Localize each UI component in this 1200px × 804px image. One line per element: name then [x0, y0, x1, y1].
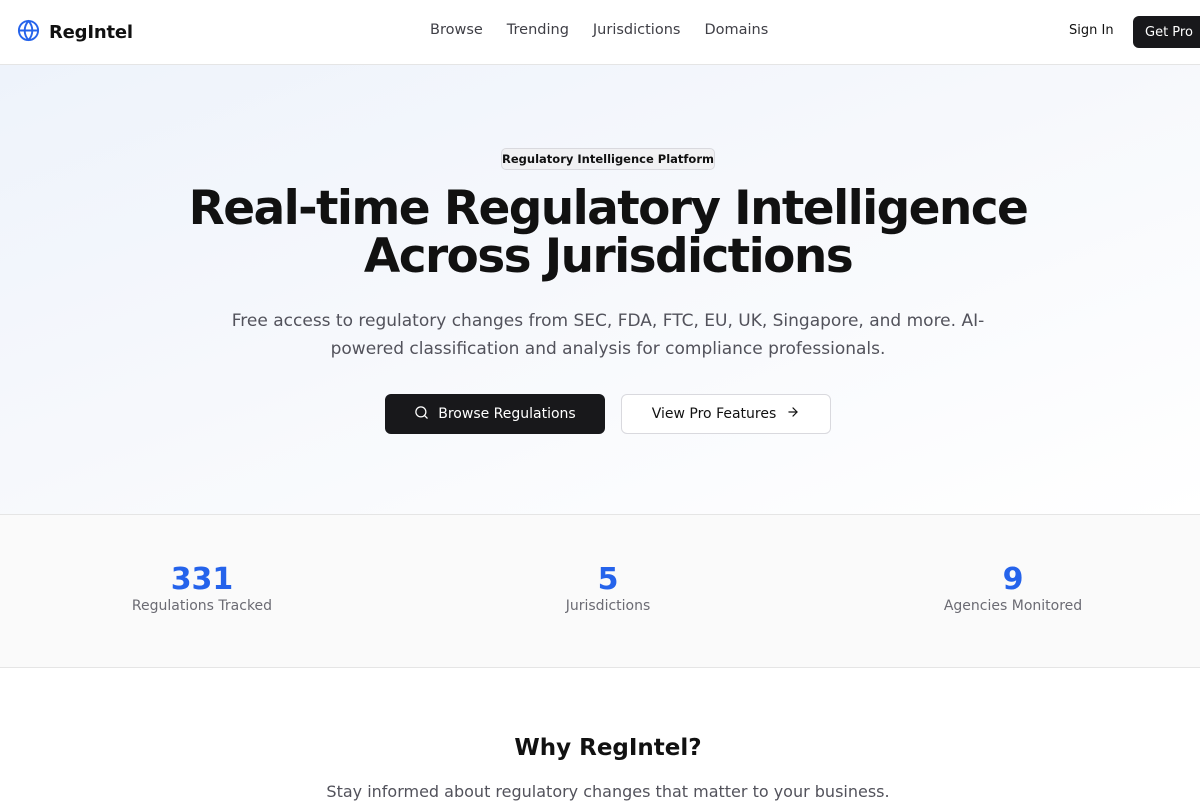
brand-logo-link[interactable]: RegIntel: [17, 19, 133, 46]
nav-link-jurisdictions[interactable]: Jurisdictions: [593, 22, 681, 38]
get-pro-button[interactable]: Get Pro: [1133, 16, 1200, 48]
stat-label: Agencies Monitored: [943, 598, 1083, 614]
brand-name: RegIntel: [49, 21, 133, 43]
main-nav: Browse Trending Jurisdictions Domains: [430, 22, 768, 38]
nav-link-browse[interactable]: Browse: [430, 22, 483, 38]
stat-label: Jurisdictions: [565, 598, 651, 614]
hero-subtitle: Free access to regulatory changes from S…: [231, 311, 985, 359]
site-header: RegIntel Browse Trending Jurisdictions D…: [0, 0, 1200, 65]
nav-link-trending[interactable]: Trending: [507, 22, 569, 38]
globe-icon: [17, 19, 40, 46]
why-section-title: Why RegIntel?: [514, 735, 702, 761]
stat-regulations-tracked: 331 Regulations Tracked: [42, 562, 362, 615]
platform-badge: Regulatory Intelligence Platform: [501, 148, 715, 170]
browse-regulations-button[interactable]: Browse Regulations: [385, 394, 605, 434]
arrow-right-icon: [786, 405, 800, 423]
stat-value: 9: [1002, 562, 1024, 597]
search-icon: [414, 405, 429, 424]
why-section-subtitle: Stay informed about regulatory changes t…: [326, 782, 890, 801]
sign-in-link[interactable]: Sign In: [1069, 23, 1114, 38]
hero-section: Regulatory Intelligence Platform Real-ti…: [0, 65, 1200, 515]
stat-agencies-monitored: 9 Agencies Monitored: [853, 562, 1173, 615]
nav-link-domains[interactable]: Domains: [704, 22, 768, 38]
stat-value: 331: [170, 562, 234, 597]
stats-section: 331 Regulations Tracked 5 Jurisdictions …: [0, 515, 1200, 668]
stat-value: 5: [597, 562, 619, 597]
hero-title-line-1: Real-time Regulatory Intelligence: [188, 181, 1029, 236]
stat-label: Regulations Tracked: [131, 598, 273, 614]
hero-title-line-2: Across Jurisdictions: [363, 229, 854, 284]
stat-jurisdictions: 5 Jurisdictions: [448, 562, 768, 615]
view-pro-features-label: View Pro Features: [651, 406, 777, 422]
browse-regulations-label: Browse Regulations: [438, 406, 576, 422]
hero-title: Real-time Regulatory Intelligence Across…: [100, 185, 1116, 281]
view-pro-features-button[interactable]: View Pro Features: [621, 394, 831, 434]
